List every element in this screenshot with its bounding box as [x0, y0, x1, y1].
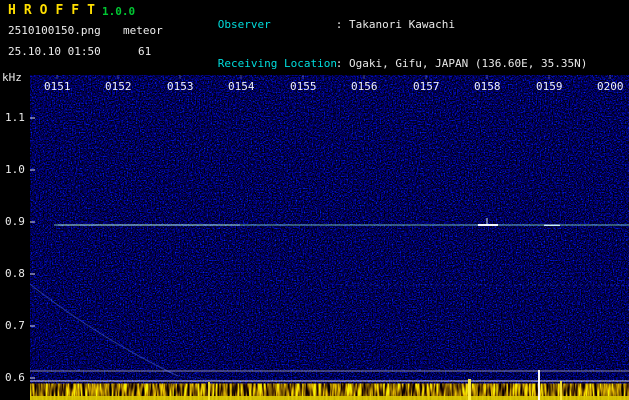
spectrogram-canvas — [30, 75, 629, 400]
info-row-observer: Observer : Takanori Kawachi — [178, 5, 587, 44]
timestamp-label: 25.10.10 01:50 — [8, 45, 101, 58]
strong-signal-spike — [538, 370, 540, 400]
time-tick-label: 0153 — [167, 80, 194, 93]
time-tick-label: 0156 — [351, 80, 378, 93]
mode-label: meteor — [123, 24, 163, 37]
time-tick-label: 0200 — [597, 80, 624, 93]
hrofft-output-window: HROFFT 1.0.0 2510100150.png meteor 25.10… — [0, 0, 629, 400]
freq-unit-label: kHz — [2, 71, 22, 84]
info-value: : Takanori Kawachi — [335, 18, 455, 31]
time-tick-label: 0159 — [536, 80, 563, 93]
blue-noise-field — [30, 75, 629, 385]
app-version: 1.0.0 — [102, 5, 136, 18]
freq-tick-label: 1.0 — [5, 163, 25, 176]
info-value: : Ogaki, Gifu, JAPAN (136.60E, 35.35N) — [335, 57, 588, 70]
info-label: Observer — [217, 18, 271, 31]
time-tick-label: 0155 — [290, 80, 317, 93]
time-tick-label: 0158 — [474, 80, 501, 93]
app-logo: HROFFT — [8, 3, 103, 18]
echo-count: 61 — [138, 45, 152, 58]
freq-tick-label: 0.6 — [5, 371, 25, 384]
time-tick-label: 0152 — [105, 80, 132, 93]
freq-tick-label: 0.8 — [5, 267, 25, 280]
freq-tick-label: 1.1 — [5, 111, 25, 124]
freq-tick-label: 0.9 — [5, 215, 25, 228]
time-tick-label: 0154 — [228, 80, 255, 93]
info-label: Receiving Location — [217, 57, 337, 70]
time-tick-label: 0151 — [44, 80, 71, 93]
time-tick-label: 0157 — [413, 80, 440, 93]
output-filename: 2510100150.png — [8, 24, 101, 37]
freq-tick-label: 0.7 — [5, 319, 25, 332]
